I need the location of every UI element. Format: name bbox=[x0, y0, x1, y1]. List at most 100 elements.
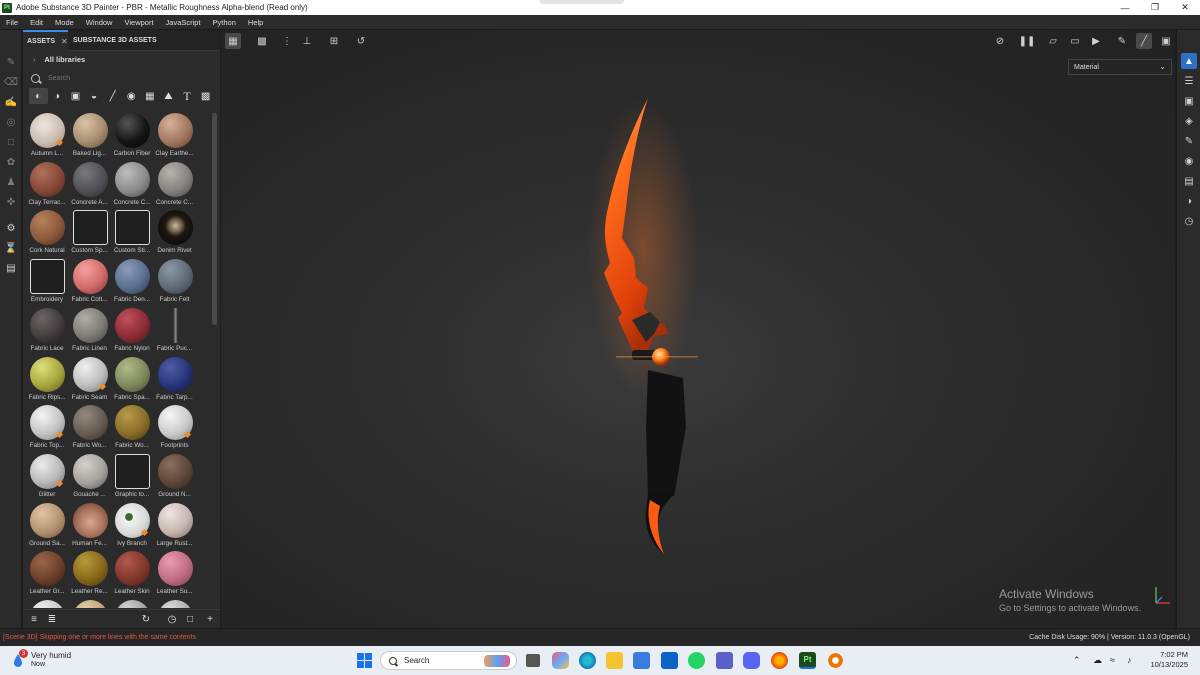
smudge-tool-icon[interactable]: ✿ bbox=[3, 154, 19, 170]
firefox-icon[interactable] bbox=[771, 652, 788, 669]
smart-materials-filter-icon[interactable]: ◑ bbox=[48, 88, 67, 104]
cloud-icon[interactable]: ☁ bbox=[1093, 655, 1102, 666]
library-selector[interactable]: › All libraries bbox=[33, 55, 85, 64]
asset-tile[interactable]: Carbon Fiber bbox=[111, 113, 153, 159]
asset-tile[interactable]: Fabric Wo... bbox=[69, 405, 111, 451]
microsoft-store-icon[interactable] bbox=[633, 652, 650, 669]
geometry-mask-tool-icon[interactable]: ◎ bbox=[3, 114, 19, 130]
reset-view-icon[interactable]: ↺ bbox=[353, 33, 369, 49]
new-folder-icon[interactable]: □ bbox=[183, 613, 197, 626]
asset-tile[interactable]: Custom Sp... bbox=[69, 210, 111, 256]
asset-tile[interactable] bbox=[26, 600, 68, 608]
asset-tile[interactable]: Fabric Cott... bbox=[69, 259, 111, 305]
paint-brush-tool-icon[interactable]: ✎ bbox=[3, 54, 19, 70]
windows-start-icon[interactable] bbox=[356, 652, 373, 669]
frame-icon[interactable]: ⊞ bbox=[326, 33, 342, 49]
painting-mode-icon[interactable]: ╱ bbox=[1136, 33, 1152, 49]
history-icon[interactable]: ◷ bbox=[165, 613, 179, 626]
menu-edit[interactable]: Edit bbox=[24, 18, 49, 27]
asset-tile[interactable]: Fabric Rips... bbox=[26, 356, 68, 403]
discord-icon[interactable] bbox=[743, 652, 760, 669]
symmetry-icon[interactable]: ⋮ bbox=[279, 33, 295, 49]
asset-tile[interactable]: Embroidery bbox=[26, 259, 68, 305]
file-explorer-icon[interactable] bbox=[606, 652, 623, 669]
eraser-tool-icon[interactable]: ⌫ bbox=[3, 74, 19, 90]
asset-tile[interactable]: Glitter bbox=[26, 453, 68, 500]
camera-frame-icon[interactable]: ▱ bbox=[1045, 33, 1061, 49]
shader-settings-icon[interactable]: ▤ bbox=[1181, 173, 1197, 189]
wifi-icon[interactable]: ≈ bbox=[1110, 655, 1115, 665]
teams-icon[interactable] bbox=[716, 652, 733, 669]
asset-tile[interactable]: Custom Sti... bbox=[111, 210, 153, 256]
hide-icon[interactable]: ⊘ bbox=[992, 33, 1008, 49]
document-tool-icon[interactable]: ▤ bbox=[3, 260, 19, 276]
grid-view-icon[interactable]: ▦ bbox=[225, 33, 241, 49]
particles-filter-icon[interactable]: ◉ bbox=[122, 88, 141, 104]
asset-tile[interactable]: Fabric Linen bbox=[69, 307, 111, 354]
color-picker-tool-icon[interactable]: ✜ bbox=[3, 194, 19, 210]
tab-substance-3d-assets[interactable]: SUBSTANCE 3D ASSETS bbox=[73, 30, 157, 51]
asset-tile[interactable]: Leather Re... bbox=[69, 551, 111, 597]
cube-icon[interactable]: ▭ bbox=[1067, 33, 1083, 49]
add-icon[interactable]: + bbox=[203, 613, 217, 626]
asset-tile[interactable]: Fabric Den... bbox=[111, 259, 153, 305]
asset-tile[interactable]: Leather Skin bbox=[111, 551, 153, 597]
asset-tile[interactable]: Concrete C... bbox=[111, 161, 153, 208]
screenshot-camera-icon[interactable]: ▣ bbox=[1158, 33, 1174, 49]
layers-stack-icon[interactable]: ☰ bbox=[1181, 73, 1197, 89]
menu-mode[interactable]: Mode bbox=[49, 18, 80, 27]
environment-icon[interactable]: ◑ bbox=[1181, 193, 1197, 209]
brushes-filter-icon[interactable]: ╱ bbox=[103, 88, 122, 104]
asset-tile[interactable]: Fabric Spa... bbox=[111, 356, 153, 403]
menu-javascript[interactable]: JavaScript bbox=[160, 18, 207, 27]
asset-tile[interactable]: Ground N... bbox=[154, 453, 196, 500]
asset-tile[interactable]: Denim Rivet bbox=[154, 210, 196, 256]
asset-tile[interactable]: Fabric Nylon bbox=[111, 307, 153, 354]
mirror-icon[interactable]: ⊥ bbox=[299, 33, 315, 49]
weather-title[interactable]: Very humid bbox=[31, 651, 71, 660]
environments-filter-icon[interactable]: ⛰ bbox=[159, 88, 178, 104]
system-clock[interactable]: 7:02 PM 10/13/2025 bbox=[1150, 650, 1188, 670]
history-icon[interactable]: ◷ bbox=[1181, 213, 1197, 229]
asset-tile[interactable]: Fabric Tarp... bbox=[154, 356, 196, 403]
layout-icon[interactable]: ▩ bbox=[254, 33, 270, 49]
volume-icon[interactable]: ♪ bbox=[1127, 655, 1132, 665]
sort-icon[interactable]: ≡ bbox=[27, 613, 41, 626]
asset-tile[interactable]: Fabric Felt bbox=[154, 259, 196, 305]
layers-icon[interactable]: ◈ bbox=[1181, 113, 1197, 129]
edge-browser-icon[interactable] bbox=[579, 652, 596, 669]
copilot-icon[interactable] bbox=[552, 652, 569, 669]
tab-assets[interactable]: ASSETS ✕ bbox=[23, 30, 68, 51]
properties-brush-icon[interactable]: ✎ bbox=[1181, 133, 1197, 149]
asset-tile[interactable]: Human Fe... bbox=[69, 502, 111, 549]
pause-icon[interactable]: ❚❚ bbox=[1019, 33, 1036, 49]
asset-tile[interactable] bbox=[111, 600, 153, 608]
chevron-up-icon[interactable]: ⌃ bbox=[1073, 655, 1081, 666]
asset-tile[interactable]: Clay Terrac... bbox=[26, 161, 68, 208]
asset-tile[interactable]: Fabric Top... bbox=[26, 405, 68, 451]
display-settings-icon[interactable]: ◉ bbox=[1181, 153, 1197, 169]
minimize-icon[interactable]: — bbox=[1110, 0, 1140, 15]
export-icon[interactable]: ▲ bbox=[1181, 53, 1197, 69]
status-message[interactable]: [Scene 3D] Skipping one or more lines wi… bbox=[3, 634, 196, 641]
substance-painter-taskbar-icon[interactable]: Pt bbox=[799, 652, 816, 669]
task-view-icon[interactable] bbox=[526, 654, 540, 667]
asset-tile[interactable] bbox=[154, 600, 196, 608]
asset-tile[interactable]: Large Rust... bbox=[154, 502, 196, 549]
fonts-filter-icon[interactable]: T bbox=[178, 88, 197, 104]
clone-tool-icon[interactable]: ♟ bbox=[3, 174, 19, 190]
asset-tile[interactable]: Cork Natural bbox=[26, 210, 68, 256]
asset-tile[interactable]: Fabric Lace bbox=[26, 307, 68, 354]
refresh-icon[interactable]: ↻ bbox=[139, 613, 153, 626]
close-icon[interactable]: ✕ bbox=[1170, 0, 1200, 15]
asset-scrollbar[interactable] bbox=[212, 113, 217, 325]
textures-filter-icon[interactable]: ▦ bbox=[141, 88, 160, 104]
whatsapp-icon[interactable] bbox=[688, 652, 705, 669]
masks-filter-icon[interactable]: ▣ bbox=[66, 88, 85, 104]
title-drag-handle[interactable] bbox=[540, 0, 624, 4]
menu-window[interactable]: Window bbox=[80, 18, 119, 27]
asset-tile[interactable]: Footprints bbox=[154, 405, 196, 451]
asset-tile[interactable]: Fabric Seam bbox=[69, 356, 111, 403]
asset-tile[interactable]: Ground Sa... bbox=[26, 502, 68, 549]
display-mode-select[interactable]: Material ⌄ bbox=[1068, 59, 1172, 75]
